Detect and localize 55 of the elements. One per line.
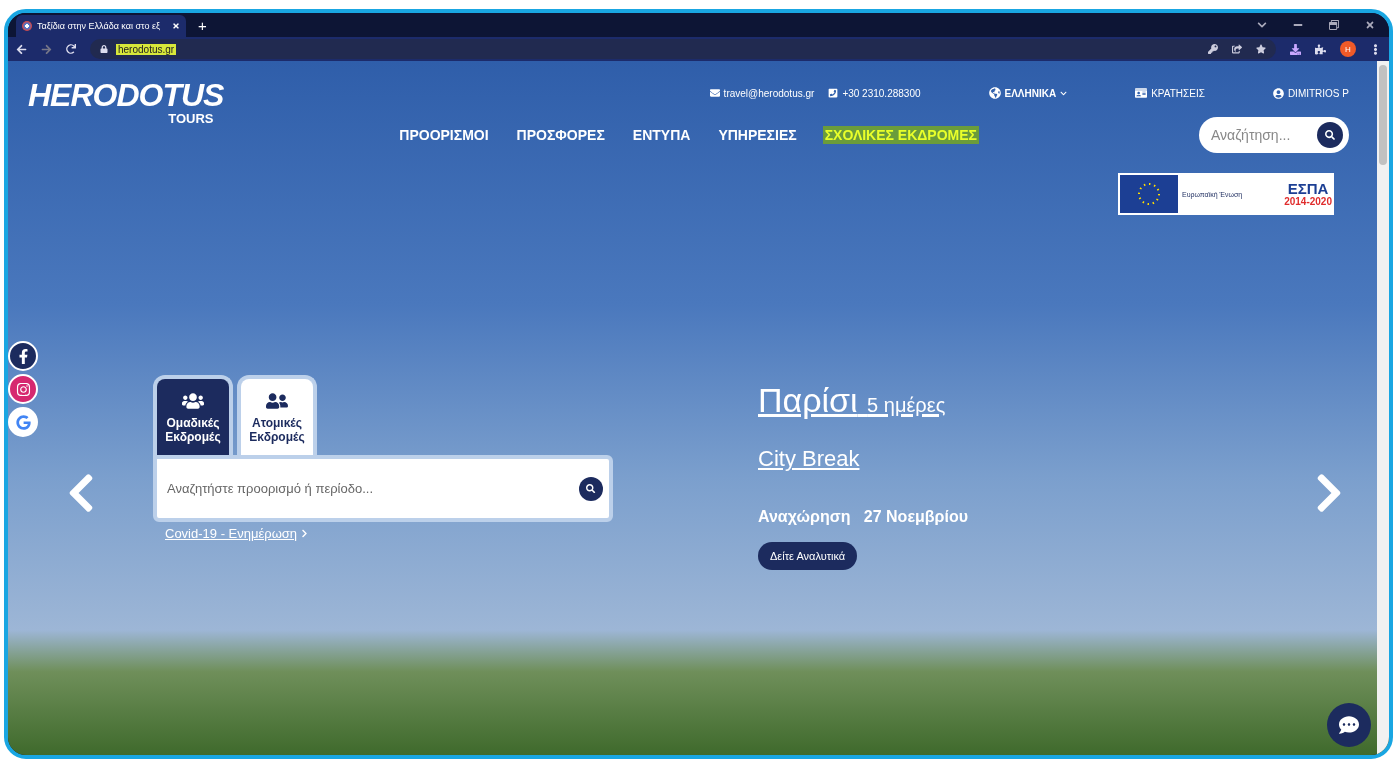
slide-title-link[interactable]: Παρίσι 5 ημέρες	[758, 381, 946, 420]
people-icon	[266, 390, 288, 412]
facebook-icon[interactable]	[8, 341, 38, 371]
details-button[interactable]: Δείτε Αναλυτικά	[758, 542, 858, 570]
globe-icon	[988, 87, 1001, 99]
search-icon	[1325, 130, 1335, 140]
trip-type-tab[interactable]: Ατομικές Εκδρομές	[237, 375, 317, 455]
google-icon[interactable]	[8, 407, 38, 437]
close-icon[interactable]	[172, 22, 180, 30]
trip-type-tab[interactable]: Ομαδικές Εκδρομές	[153, 375, 233, 455]
instagram-icon[interactable]	[8, 374, 38, 404]
user-icon	[1272, 87, 1284, 99]
envelope-icon	[709, 88, 720, 98]
logo[interactable]: HERODOTUS TOURS	[28, 79, 224, 215]
group-icon	[182, 390, 204, 412]
forward-icon[interactable]	[41, 43, 52, 55]
nav-link[interactable]: ΠΡΟΟΡΙΣΜΟΙ	[397, 126, 491, 144]
nav-link[interactable]: ΥΠΗΡΕΣΙΕΣ	[716, 126, 799, 144]
new-tab-button[interactable]: +	[198, 16, 207, 34]
browser-tab[interactable]: Ταξίδια στην Ελλάδα και στο εξ	[16, 15, 186, 37]
bookings-link[interactable]: ΚΡΑΤΗΣΕΙΣ	[1135, 87, 1205, 99]
reload-icon[interactable]	[66, 44, 76, 54]
restore-icon[interactable]	[1329, 20, 1339, 30]
site-search-field[interactable]: Αναζήτηση...	[1199, 117, 1349, 153]
eu-flag-icon	[1120, 175, 1178, 213]
id-card-icon	[1135, 87, 1148, 99]
chat-button[interactable]	[1327, 703, 1371, 747]
email-link[interactable]: travel@herodotus.gr	[709, 87, 815, 99]
departure-text: Αναχώρηση 27 Νοεμβρίου	[758, 508, 968, 526]
tab-search-icon[interactable]	[1257, 20, 1267, 30]
espa-label: ΕΣΠΑ	[1287, 181, 1329, 196]
chat-icon	[1339, 715, 1359, 735]
lock-icon	[100, 45, 108, 53]
espa-years: 2014-2020	[1284, 196, 1332, 207]
phone-link[interactable]: +30 2310.288300	[828, 87, 921, 99]
close-icon[interactable]	[1365, 20, 1375, 30]
star-icon[interactable]	[1256, 44, 1266, 54]
profile-avatar[interactable]: H	[1340, 41, 1356, 57]
chevron-icon	[300, 529, 310, 538]
nav-link[interactable]: ΠΡΟΣΦΟΡΕΣ	[514, 126, 607, 144]
caret-icon	[1060, 89, 1068, 97]
key-icon[interactable]	[1208, 44, 1218, 54]
user-account-link[interactable]: DIMITRIOS P	[1272, 87, 1349, 99]
share-icon[interactable]	[1232, 44, 1242, 54]
destination-search-field[interactable]: Αναζητήστε προορισμό ή περίοδο...	[153, 455, 613, 522]
nav-link[interactable]: ΕΝΤΥΠΑ	[630, 126, 693, 144]
url-text: herodotus.gr	[116, 43, 177, 55]
back-icon[interactable]	[16, 43, 27, 55]
language-selector[interactable]: ΕΛΛΗΝΙΚΑ	[988, 87, 1068, 99]
extensions-icon[interactable]	[1315, 43, 1326, 55]
address-bar[interactable]: herodotus.gr	[90, 39, 1276, 59]
search-icon	[586, 483, 596, 494]
favicon-icon	[22, 21, 32, 31]
download-icon[interactable]	[1290, 43, 1301, 55]
phone-icon	[828, 88, 839, 98]
